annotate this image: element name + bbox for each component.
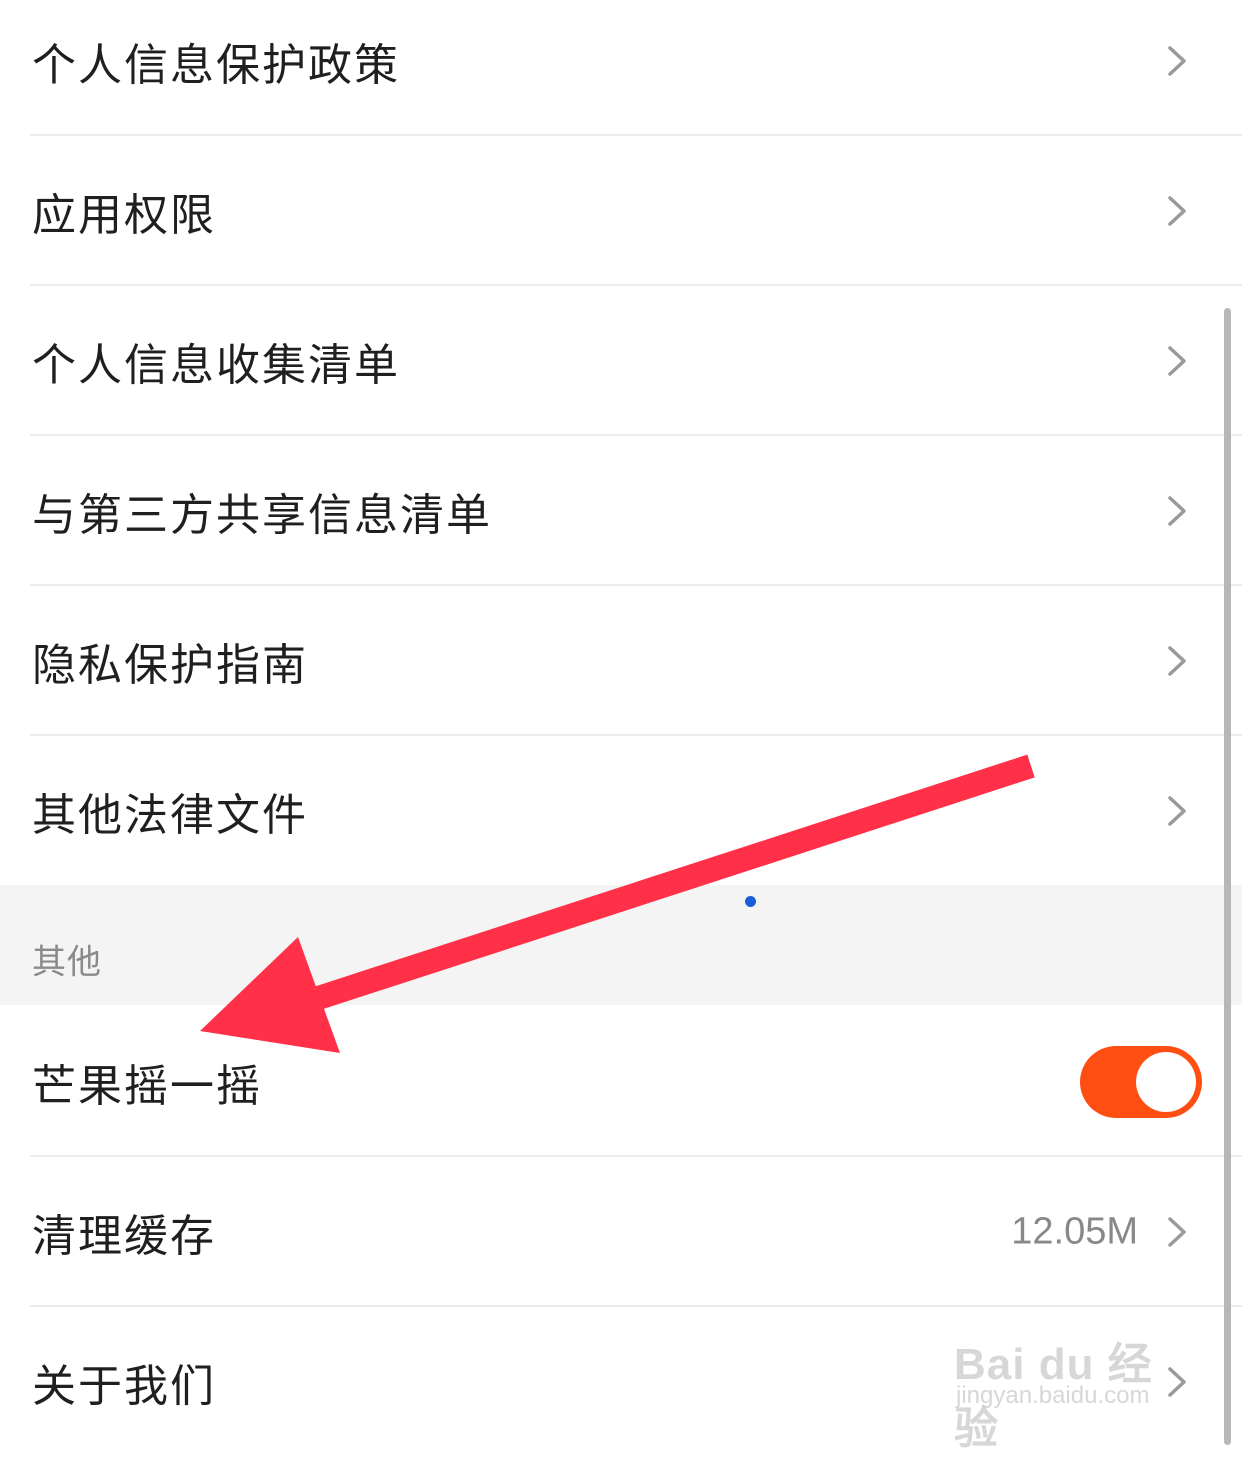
settings-item-label: 个人信息保护政策: [32, 40, 400, 91]
shake-toggle-switch[interactable]: [1080, 1046, 1202, 1118]
settings-item-app-permissions[interactable]: 应用权限: [0, 136, 1242, 286]
settings-item-info-collection-list[interactable]: 个人信息收集清单: [0, 286, 1242, 436]
chevron-right-icon: [1168, 496, 1186, 526]
settings-item-about-us[interactable]: 关于我们: [0, 1307, 1242, 1457]
chevron-right-icon: [1168, 796, 1186, 826]
settings-item-label: 关于我们: [32, 1361, 216, 1412]
settings-item-clear-cache[interactable]: 清理缓存 12.05M: [0, 1157, 1242, 1307]
settings-item-label: 清理缓存: [32, 1211, 216, 1262]
toggle-knob: [1136, 1052, 1196, 1112]
settings-item-privacy-policy[interactable]: 个人信息保护政策: [0, 0, 1242, 136]
settings-item-mango-shake: 芒果摇一摇: [0, 1007, 1242, 1157]
settings-item-label: 个人信息收集清单: [32, 340, 400, 391]
chevron-right-icon: [1168, 1367, 1186, 1397]
chevron-right-icon: [1168, 646, 1186, 676]
settings-item-label: 隐私保护指南: [32, 640, 308, 691]
settings-item-label: 与第三方共享信息清单: [32, 490, 492, 541]
chevron-right-icon: [1168, 1217, 1186, 1247]
section-header-other: 其他: [0, 885, 1242, 1005]
settings-item-third-party-sharing-list[interactable]: 与第三方共享信息清单: [0, 436, 1242, 586]
scrollbar[interactable]: [1224, 308, 1231, 1445]
chevron-right-icon: [1168, 346, 1186, 376]
chevron-right-icon: [1168, 46, 1186, 76]
section-title: 其他: [32, 942, 102, 983]
chevron-right-icon: [1168, 196, 1186, 226]
settings-item-label: 其他法律文件: [32, 790, 308, 841]
settings-item-privacy-guide[interactable]: 隐私保护指南: [0, 586, 1242, 736]
settings-item-label: 应用权限: [32, 190, 216, 241]
settings-item-label: 芒果摇一摇: [32, 1061, 262, 1112]
cache-size-value: 12.05M: [1011, 1210, 1138, 1253]
settings-item-other-legal-docs[interactable]: 其他法律文件: [0, 736, 1242, 886]
touch-indicator-dot: [745, 896, 756, 907]
